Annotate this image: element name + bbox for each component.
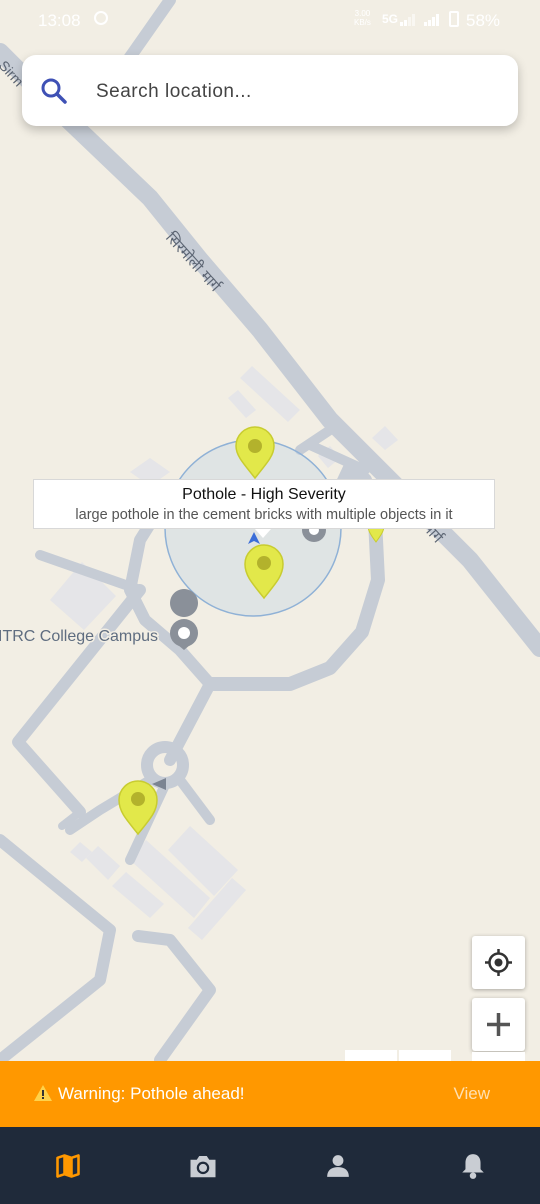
status-time: 13:08 <box>38 11 81 30</box>
map-toolbar-button[interactable] <box>345 1050 397 1061</box>
zoom-out-button[interactable] <box>472 1052 525 1061</box>
bell-icon <box>461 1153 484 1179</box>
camera-icon <box>190 1155 215 1177</box>
nav-notifications[interactable] <box>405 1127 540 1204</box>
nav-profile[interactable] <box>270 1127 405 1204</box>
place-label[interactable]: ITRC College Campus <box>0 627 160 647</box>
bottom-navigation <box>0 1127 540 1204</box>
search-input[interactable] <box>94 77 498 107</box>
info-window-snippet: large pothole in the cement bricks with … <box>75 507 453 523</box>
info-window-title: Pothole - High Severity <box>182 486 346 503</box>
crosshair-icon <box>485 949 512 976</box>
marker-info-window[interactable]: Pothole - High Severity large pothole in… <box>33 479 495 538</box>
search-bar[interactable] <box>22 55 518 126</box>
signal-icon <box>400 14 415 26</box>
network-type: 5G <box>382 12 399 26</box>
map-toolbar-button[interactable] <box>399 1050 451 1061</box>
battery-icon <box>449 11 459 27</box>
search-icon <box>41 78 67 104</box>
net-speed: 3.00 KB/s <box>354 9 371 27</box>
battery-percent: 58% <box>466 11 501 30</box>
view-button[interactable]: View <box>453 1084 490 1104</box>
my-location-button[interactable] <box>472 936 525 989</box>
signal-icon <box>424 14 439 26</box>
map-icon <box>55 1153 80 1178</box>
warning-text: Warning: Pothole ahead! <box>58 1084 245 1103</box>
person-icon <box>326 1154 349 1177</box>
warning-icon <box>34 1085 52 1101</box>
warning-banner: Warning: Pothole ahead! View <box>0 1061 540 1127</box>
sync-icon <box>94 11 108 25</box>
info-window-pointer <box>255 529 271 538</box>
zoom-in-button[interactable] <box>472 998 525 1051</box>
nav-map[interactable] <box>0 1127 135 1204</box>
plus-icon <box>487 1013 510 1036</box>
map-view[interactable]: सिरमोली मार्ग मार्ग Sirm ITRC College Ca… <box>0 0 540 1204</box>
status-bar: 13:08 3.00 KB/s 5G 58% <box>0 0 540 40</box>
nav-camera[interactable] <box>135 1127 270 1204</box>
